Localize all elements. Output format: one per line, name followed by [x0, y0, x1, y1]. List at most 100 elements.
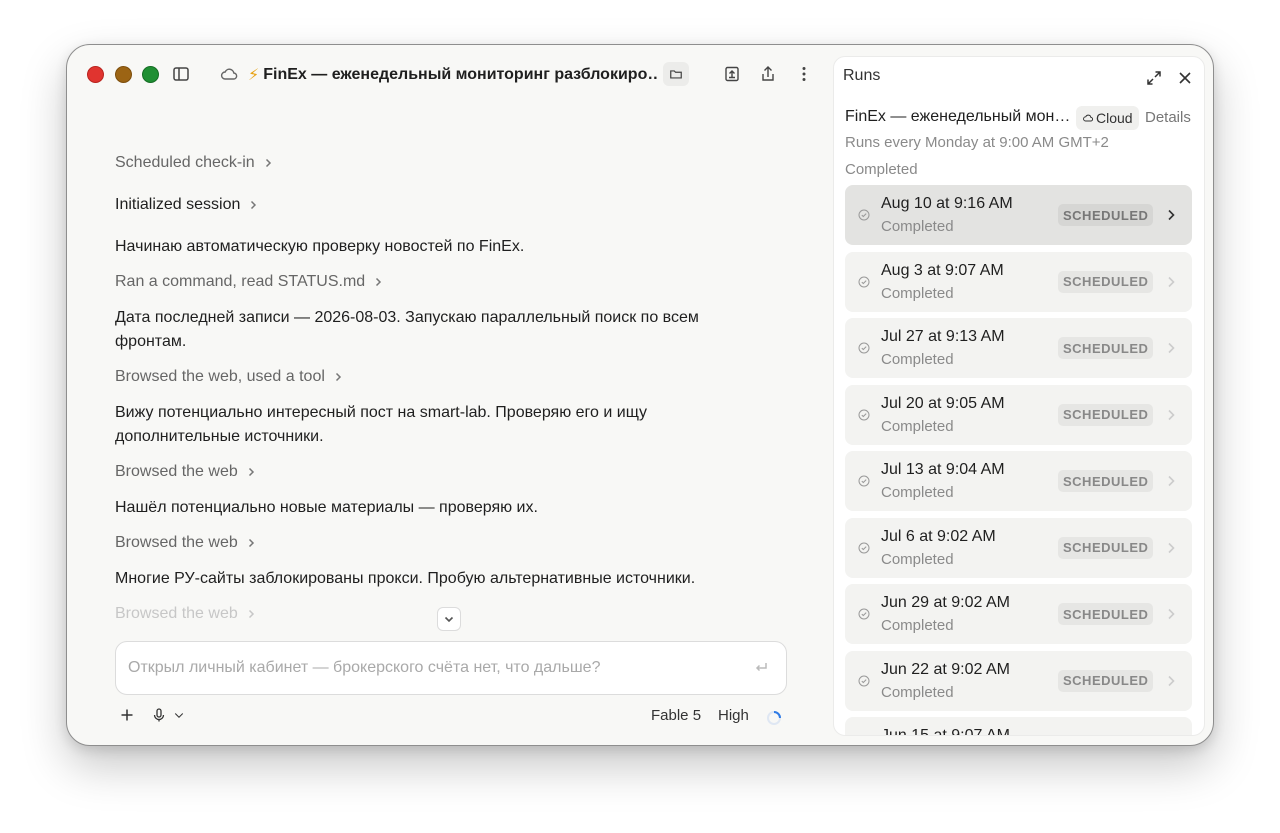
check-circle-icon: [858, 475, 870, 487]
check-circle-icon: [858, 608, 870, 620]
assistant-message: Вижу потенциально интересный пост на sma…: [115, 404, 648, 445]
scheduled-badge: SCHEDULED: [1058, 536, 1154, 559]
run-row[interactable]: Aug 10 at 9:16 AM Completed SCHEDULED: [845, 185, 1192, 245]
run-date: Jul 13 at 9:04 AM: [881, 461, 1005, 478]
details-link[interactable]: Details: [1145, 109, 1191, 126]
run-status: Completed: [881, 284, 954, 302]
conversation-title: ⚡ FinEx — еженедельный мониторинг разбло…: [248, 64, 658, 86]
check-circle-icon: [858, 209, 870, 221]
scroll-to-bottom-button[interactable]: [437, 607, 461, 631]
close-icon[interactable]: [1176, 69, 1194, 87]
step-browsed-web[interactable]: Browsed the web: [115, 531, 785, 555]
message-composer: [115, 641, 787, 695]
add-attachment-icon[interactable]: [119, 707, 135, 723]
step-initialized-session[interactable]: Initialized session: [115, 193, 785, 217]
run-date: Aug 3 at 9:07 AM: [881, 261, 1004, 279]
check-circle-icon: [858, 342, 870, 354]
composer-toolbar: Fable 5 High: [115, 705, 787, 731]
message-input[interactable]: [128, 656, 728, 680]
chevron-right-icon: [1168, 209, 1175, 221]
run-row[interactable]: Jul 27 at 9:13 AM Completed SCHEDULED: [845, 318, 1192, 378]
step-browsed-web[interactable]: Browsed the web: [115, 460, 785, 484]
chevron-right-icon: [1168, 342, 1175, 354]
schedule-name: FinEx — еженедельный мон…: [845, 108, 1071, 125]
schedule-description: Runs every Monday at 9:00 AM GMT+2: [845, 134, 1109, 151]
assistant-message: Нашёл потенциально новые материалы — про…: [115, 499, 538, 516]
chevron-right-icon: [265, 158, 271, 168]
step-label: Browsed the web: [115, 605, 238, 622]
expand-icon[interactable]: [1145, 69, 1163, 87]
run-row[interactable]: Jul 20 at 9:05 AM Completed SCHEDULED: [845, 384, 1192, 445]
folder-icon: [670, 70, 682, 79]
scheduled-badge: SCHEDULED: [1058, 470, 1154, 492]
chevron-right-icon: [1168, 608, 1175, 620]
model-selector[interactable]: Fable 5: [651, 707, 701, 724]
chevron-right-icon: [1168, 475, 1175, 487]
run-status: Completed: [881, 683, 954, 701]
step-label: Browsed the web, used a tool: [115, 368, 325, 385]
more-options-icon[interactable]: [793, 63, 815, 85]
run-row[interactable]: Jun 29 at 9:02 AM Completed SCHEDULED: [845, 584, 1192, 644]
sidebar-toggle-icon[interactable]: [170, 63, 192, 85]
run-row[interactable]: Jun 15 at 9:07 AMCompletedSCHEDULED: [845, 717, 1192, 736]
export-icon[interactable]: [721, 63, 743, 85]
check-circle-icon: [858, 409, 870, 420]
step-label: Initialized session: [115, 196, 241, 213]
scheduled-badge: SCHEDULED: [1058, 603, 1154, 625]
run-row[interactable]: Jun 22 at 9:02 AM Completed SCHEDULED: [845, 650, 1192, 711]
title-text: FinEx — еженедельный мониторинг разблоки…: [263, 66, 658, 83]
zoom-window-button[interactable]: [142, 66, 159, 83]
assistant-message: Начинаю автоматическую проверку новостей…: [115, 238, 525, 255]
minimize-window-button[interactable]: [115, 66, 132, 83]
titlebar: ⚡ FinEx — еженедельный мониторинг разбло…: [67, 45, 827, 105]
run-status: Completed: [881, 550, 954, 568]
run-status: Completed: [881, 417, 954, 435]
scheduled-badge: SCHEDULED: [1058, 337, 1154, 359]
run-status: Completed: [881, 218, 954, 235]
bolt-icon: ⚡: [248, 67, 260, 84]
run-date: Jun 15 at 9:07 AM: [881, 727, 1010, 736]
chevron-right-icon: [1168, 409, 1175, 420]
chevron-right-icon: [376, 277, 382, 287]
chevron-right-icon: [335, 372, 341, 382]
enter-icon[interactable]: [752, 659, 770, 677]
effort-selector[interactable]: High: [718, 707, 749, 724]
run-row[interactable]: Aug 3 at 9:07 AM Completed SCHEDULED: [845, 251, 1192, 312]
cloud-icon: [218, 63, 240, 85]
scheduled-badge: SCHEDULED: [1058, 403, 1154, 426]
step-browsed-web-tool[interactable]: Browsed the web, used a tool: [115, 365, 785, 389]
check-circle-icon: [858, 276, 870, 287]
microphone-icon: [153, 708, 165, 722]
run-date: Jun 29 at 9:02 AM: [881, 594, 1010, 611]
run-date: Jul 6 at 9:02 AM: [881, 527, 996, 545]
step-label: Ran a command, read STATUS.md: [115, 273, 366, 290]
scheduled-badge: SCHEDULED: [1058, 669, 1154, 692]
check-circle-icon: [858, 675, 870, 686]
step-ran-command[interactable]: Ran a command, read STATUS.md: [115, 270, 785, 294]
run-date: Jul 27 at 9:13 AM: [881, 328, 1005, 345]
chevron-right-icon: [248, 538, 254, 548]
run-date: Jul 20 at 9:05 AM: [881, 394, 1005, 412]
step-label: Browsed the web: [115, 534, 238, 551]
assistant-message: Дата последней записи — 2026-08-03. Запу…: [115, 309, 699, 350]
close-window-button[interactable]: [87, 66, 104, 83]
step-scheduled-check-in[interactable]: Scheduled check-in: [115, 151, 785, 175]
microphone-button[interactable]: [151, 707, 185, 723]
app-window: ⚡ FinEx — еженедельный мониторинг разбло…: [66, 44, 1214, 746]
share-icon[interactable]: [757, 63, 779, 85]
step-label: Browsed the web: [115, 463, 238, 480]
run-status: Completed: [881, 617, 954, 634]
step-label: Scheduled check-in: [115, 154, 255, 171]
run-date: Jun 22 at 9:02 AM: [881, 660, 1010, 678]
run-date: Aug 10 at 9:16 AM: [881, 195, 1013, 212]
run-row[interactable]: Jul 6 at 9:02 AM Completed SCHEDULED: [845, 517, 1192, 578]
cloud-label: Cloud: [1096, 110, 1133, 126]
run-row[interactable]: Jul 13 at 9:04 AM Completed SCHEDULED: [845, 451, 1192, 511]
chevron-down-icon: [174, 713, 184, 718]
section-label-completed: Completed: [845, 161, 918, 178]
folder-button[interactable]: [663, 62, 689, 86]
chevron-right-icon: [248, 467, 254, 477]
run-status: Completed: [881, 484, 954, 501]
panel-title: Runs: [843, 67, 881, 84]
chevron-down-icon: [444, 616, 454, 623]
